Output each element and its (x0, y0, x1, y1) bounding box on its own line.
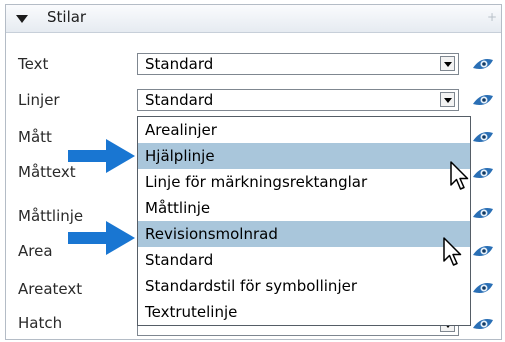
eye-icon[interactable] (472, 54, 494, 74)
dropdown-option-textrutelinje[interactable]: Textrutelinje (138, 299, 470, 325)
mouse-cursor-icon (443, 237, 462, 266)
eye-icon[interactable] (472, 203, 494, 223)
text-style-select[interactable]: Standard (137, 53, 459, 75)
dropdown-option-linje-for-markningsrektanglar[interactable]: Linje för märkningsrektanglar (138, 169, 470, 195)
row-label-mattext: Måttext (18, 163, 76, 181)
dropdown-option-revisionsmolnrad[interactable]: Revisionsmolnrad (138, 221, 470, 247)
line-style-dropdown-list: Arealinjer Hjälplinje Linje för märkning… (137, 116, 471, 326)
mouse-cursor-icon (450, 161, 469, 190)
eye-icon[interactable] (472, 314, 494, 334)
row-label-linjer: Linjer (18, 91, 60, 109)
dropdown-option-hjalplinje[interactable]: Hjälplinje (138, 143, 470, 169)
dropdown-option-standard[interactable]: Standard (138, 247, 470, 273)
chevron-down-icon[interactable] (440, 56, 455, 71)
text-style-value: Standard (145, 55, 214, 73)
expand-icon[interactable]: + (487, 10, 497, 24)
arrow-right-icon (68, 139, 135, 173)
row-label-area: Area (18, 242, 53, 260)
eye-icon[interactable] (472, 163, 494, 183)
panel-title: Stilar (47, 8, 87, 26)
chevron-down-icon[interactable] (440, 92, 455, 107)
line-style-value: Standard (145, 91, 214, 109)
dropdown-option-standardstil-for-symbollinjer[interactable]: Standardstil för symbollinjer (138, 273, 470, 299)
row-label-text: Text (18, 55, 49, 73)
panel-header[interactable]: Stilar + (6, 5, 501, 33)
line-style-select[interactable]: Standard (137, 89, 459, 111)
dropdown-option-mattlinje[interactable]: Måttlinje (138, 195, 470, 221)
row-label-matt: Mått (18, 128, 52, 146)
eye-icon[interactable] (472, 127, 494, 147)
dropdown-option-arealinjer[interactable]: Arealinjer (138, 117, 470, 143)
eye-icon[interactable] (472, 241, 494, 261)
collapse-triangle-icon[interactable] (16, 15, 28, 23)
arrow-right-icon (68, 221, 135, 255)
row-label-areatext: Areatext (18, 280, 83, 298)
row-label-hatch: Hatch (18, 314, 63, 332)
eye-icon[interactable] (472, 90, 494, 110)
eye-icon[interactable] (472, 278, 494, 298)
